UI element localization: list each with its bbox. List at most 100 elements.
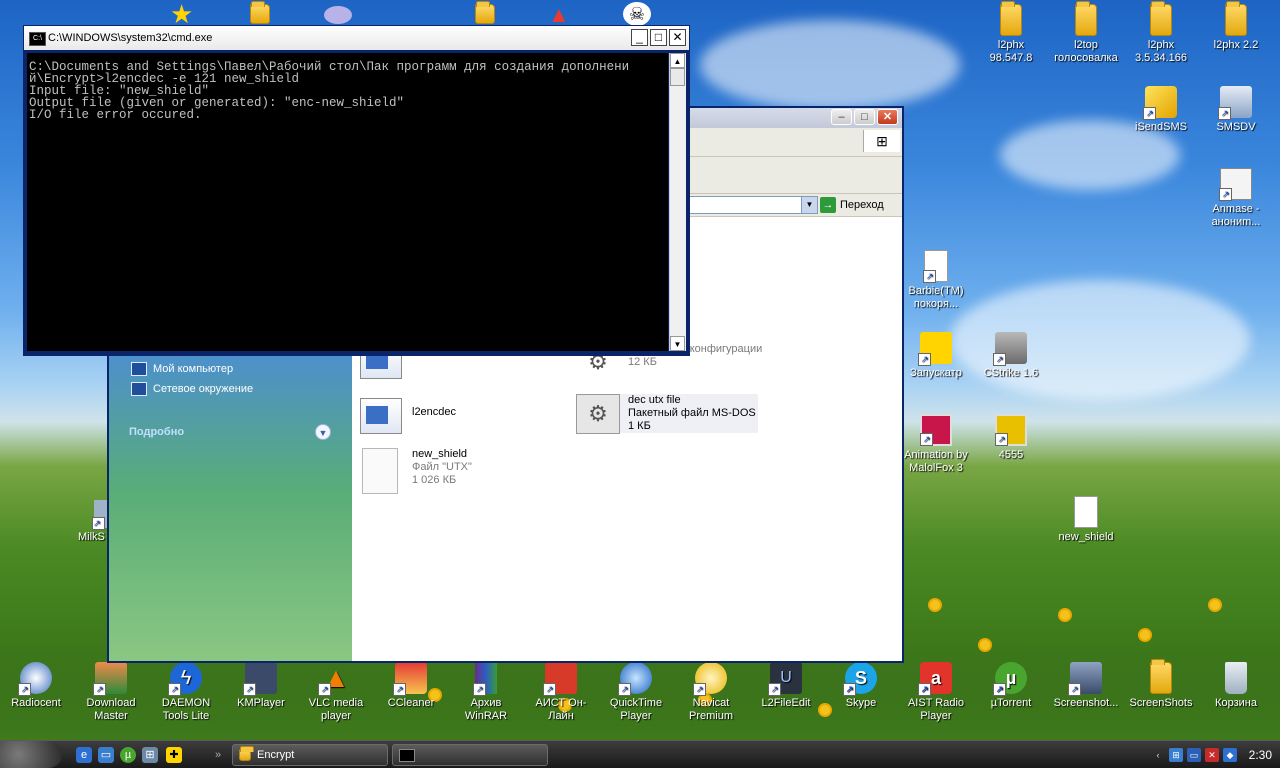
- desktop-icon-l2phx-2[interactable]: l2phx 2.2: [1201, 1, 1271, 52]
- vlc-cone-icon: ▲: [318, 662, 352, 696]
- quicktime-icon: [618, 662, 652, 696]
- desktop-icon-kmplayer[interactable]: KMPlayer: [226, 662, 296, 710]
- folder-icon[interactable]: [475, 1, 495, 24]
- maximize-button[interactable]: □: [650, 29, 667, 46]
- kmplayer-icon: [243, 662, 277, 696]
- console-line: I/O file error occured.: [29, 108, 202, 122]
- desktop-icon-navicat[interactable]: Navicat Premium: [676, 662, 746, 723]
- star-icon[interactable]: ★: [170, 1, 198, 27]
- desktop-icon-l2top[interactable]: l2top голосовалка: [1051, 1, 1121, 65]
- flower: [1140, 630, 1150, 640]
- desktop-icon-isendsms[interactable]: iSendSMS: [1126, 86, 1196, 134]
- cloud: [700, 20, 960, 110]
- desktop-icon-label: VLC media player: [308, 697, 364, 722]
- close-button[interactable]: ✕: [669, 29, 686, 46]
- desktop-icon-label: CStrike 1.6: [983, 367, 1039, 379]
- desktop-icon-partial[interactable]: MilkS: [78, 500, 108, 544]
- task-link-my-computer[interactable]: Мой компьютер: [131, 362, 233, 376]
- desktop-icon-quicktime[interactable]: QuickTime Player: [601, 662, 671, 723]
- file-size: 12 КБ: [628, 356, 657, 368]
- file-item-l2encdec[interactable]: l2encdec: [360, 398, 456, 436]
- utorrent-icon[interactable]: µ: [120, 747, 136, 763]
- clock[interactable]: 2:30: [1249, 748, 1272, 762]
- desktop-icon-animation[interactable]: Animation by MalolFox 3: [901, 414, 971, 475]
- cmd-titlebar[interactable]: C:\ C:\WINDOWS\system32\cmd.exe _ □ ✕: [24, 26, 689, 50]
- desktop-icon-download-master[interactable]: Download Master: [76, 662, 146, 723]
- tray-app-icon[interactable]: ◆: [1223, 747, 1237, 762]
- desktop-icon-l2phx-98[interactable]: l2phx 98.547.8: [976, 1, 1046, 65]
- desktop-icon-daemon-tools[interactable]: ϟ DAEMON Tools Lite: [151, 662, 221, 723]
- desktop-icon-cstrike[interactable]: CStrike 1.6: [976, 332, 1046, 380]
- file-item-dec-utx[interactable]: ⚙ dec utx file Пакетный файл MS-DOS 1 КБ: [576, 394, 758, 434]
- winrar-icon: [473, 662, 497, 696]
- desktop-icon-screenshot[interactable]: Screenshot...: [1051, 662, 1121, 710]
- file-name: l2encdec: [412, 406, 457, 418]
- desktop-icon-skype[interactable]: S Skype: [826, 662, 896, 710]
- chevron-left-icon[interactable]: ‹: [1151, 748, 1165, 762]
- desktop-icon-l2phx-3[interactable]: l2phx 3.5.34.166: [1126, 1, 1196, 65]
- chevron-down-icon[interactable]: ▼: [315, 424, 331, 440]
- start-button[interactable]: [0, 741, 62, 768]
- cmd-title: C:\WINDOWS\system32\cmd.exe: [48, 32, 213, 44]
- chevron-right-icon[interactable]: »: [210, 747, 226, 763]
- console-scrollbar[interactable]: ▲ ▼: [669, 53, 686, 351]
- desktop-icon-new-shield[interactable]: new_shield: [1051, 496, 1121, 544]
- phone-icon: [1218, 86, 1252, 120]
- monitor-icon[interactable]: ▭: [1187, 747, 1201, 762]
- desktop-icon-winrar[interactable]: Архив WinRAR: [451, 662, 521, 723]
- network-icon[interactable]: ⊞: [1169, 747, 1183, 762]
- app-icon[interactable]: [324, 6, 352, 24]
- minimize-button[interactable]: –: [831, 109, 852, 125]
- desktop-icon-l2fileedit[interactable]: U L2FileEdit: [751, 662, 821, 710]
- details-section-title[interactable]: Подробно: [129, 426, 184, 438]
- desktop-icon-barbie[interactable]: Barbie(TM) покоря...: [901, 250, 971, 311]
- cmd-window[interactable]: C:\ C:\WINDOWS\system32\cmd.exe _ □ ✕ C:…: [23, 25, 690, 356]
- desktop-icon-screenshots-folder[interactable]: ScreenShots: [1126, 659, 1196, 710]
- security-alert-icon[interactable]: ✕: [1205, 747, 1219, 762]
- desktop-icon-aist[interactable]: АИСТ Он-Лайн: [526, 662, 596, 723]
- warning-icon[interactable]: ▲: [548, 4, 574, 26]
- minimize-button[interactable]: _: [631, 29, 648, 46]
- desktop-icon-label: Radiocent: [11, 697, 61, 709]
- desktop-icon-label: l2phx 98.547.8: [989, 39, 1033, 64]
- desktop-icon-4555[interactable]: 4555: [976, 414, 1046, 462]
- taskbar-button-encrypt[interactable]: Encrypt: [232, 744, 388, 766]
- taskbar: e ▭ µ ⊞ ✚ » Encrypt ‹ ⊞ ▭ ✕ ◆ 2:30: [0, 740, 1280, 768]
- ie-icon[interactable]: e: [76, 747, 92, 763]
- document-icon: [1074, 496, 1098, 528]
- desktop-icon-radiocent[interactable]: Radiocent: [1, 662, 71, 710]
- task-link-network[interactable]: Сетевое окружение: [131, 382, 253, 396]
- desktop-icon-recycle-bin[interactable]: Корзина: [1201, 662, 1271, 710]
- scroll-up-icon[interactable]: ▲: [670, 53, 685, 68]
- windows-logo-icon: ⊞: [863, 130, 900, 152]
- scroll-thumb[interactable]: [670, 68, 685, 86]
- desktop-icon-smsdv[interactable]: SMSDV: [1201, 86, 1271, 134]
- scroll-down-icon[interactable]: ▼: [670, 336, 685, 351]
- zapuskatr-icon[interactable]: ✚: [166, 747, 182, 763]
- desktop-icon-label: Архив WinRAR: [464, 697, 508, 722]
- desktop-icon-zapuskatr[interactable]: Запускатр: [901, 332, 971, 380]
- document-icon: [362, 448, 398, 494]
- folder-icon[interactable]: [250, 1, 270, 24]
- desktop-icon-label: l2phx 2.2: [1213, 39, 1259, 51]
- quicklaunch-icon[interactable]: ⊞: [142, 747, 158, 763]
- console-output[interactable]: C:\Documents and Settings\Павел\Рабочий …: [27, 53, 668, 351]
- aist-radio-icon: a: [918, 662, 952, 696]
- desktop-icon-vlc[interactable]: ▲ VLC media player: [301, 662, 371, 723]
- desktop-icon-aist-radio[interactable]: a AIST Radio Player: [901, 662, 971, 723]
- go-button[interactable]: → Переход: [820, 196, 900, 214]
- desktop-icon-ccleaner[interactable]: CCleaner: [376, 662, 446, 710]
- isendsms-icon: [1143, 86, 1177, 120]
- close-button[interactable]: ✕: [877, 109, 898, 125]
- desktop-icon-label: l2phx 3.5.34.166: [1135, 39, 1187, 64]
- file-item-new-shield[interactable]: new_shield Файл "UTX" 1 026 КБ: [362, 448, 472, 496]
- show-desktop-icon[interactable]: ▭: [98, 747, 114, 763]
- taskbar-button-cmd[interactable]: [392, 744, 548, 766]
- desktop-icon-utorrent[interactable]: µ µTorrent: [976, 662, 1046, 710]
- taskbar-button-label: Encrypt: [257, 749, 295, 761]
- file-name: dec utx file: [628, 394, 681, 406]
- desktop-icon-anmase[interactable]: Anmase - анониm...: [1201, 168, 1271, 229]
- chevron-down-icon[interactable]: ▼: [801, 197, 817, 213]
- maximize-button[interactable]: □: [854, 109, 875, 125]
- skull-icon[interactable]: ☠: [623, 2, 651, 26]
